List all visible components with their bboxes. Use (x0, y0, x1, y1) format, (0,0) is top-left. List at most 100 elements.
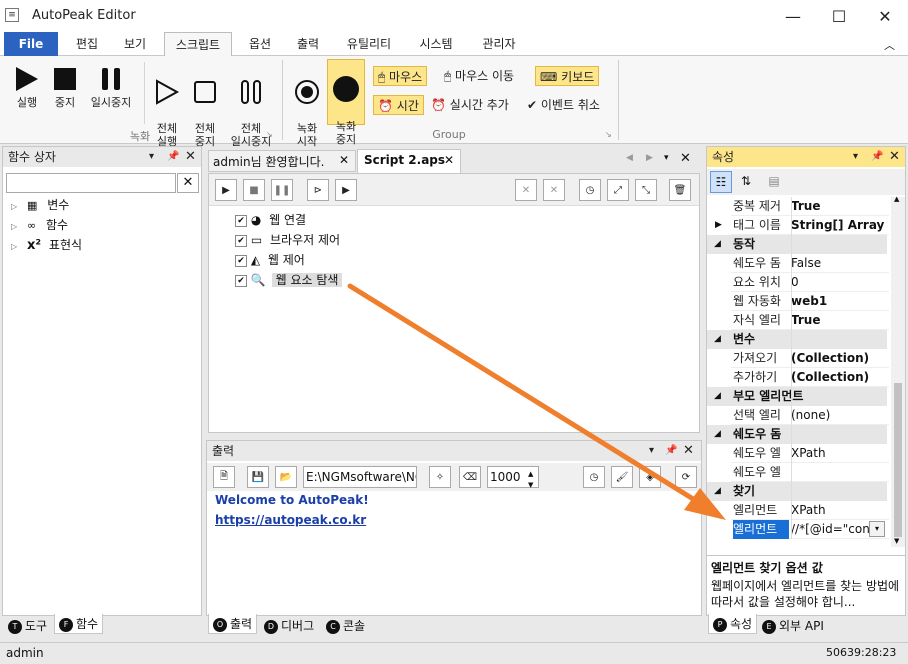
fill-button[interactable]: ◈ (639, 466, 661, 488)
doc-tab-close-icon[interactable]: ✕ (444, 153, 454, 167)
script-item-web-connect[interactable]: ✔ ◕ 웹 연결 (235, 210, 306, 230)
tab-utility[interactable]: 유틸리티 (336, 32, 402, 56)
collapse-arrow-icon[interactable]: ◢ (714, 235, 721, 254)
scroll-down-icon[interactable]: ▼ (894, 537, 899, 545)
expand-arrow-icon[interactable]: ▷ (11, 202, 17, 211)
record-stop-button[interactable]: 녹화 중지 (327, 59, 365, 146)
script-stop-button[interactable]: ■ (243, 179, 265, 201)
property-row[interactable]: 중복 제거 True (707, 197, 887, 216)
clean-button[interactable]: ✧ (429, 466, 451, 488)
checkbox[interactable]: ✔ (235, 274, 247, 287)
tab-tools[interactable]: T 도구 (4, 616, 51, 636)
scrollbar-thumb[interactable] (894, 383, 902, 537)
scroll-up-icon[interactable]: ▲ (894, 195, 899, 203)
property-value[interactable]: (none) (791, 406, 830, 425)
delete-button[interactable]: ✕ (515, 179, 537, 201)
panel-close-icon[interactable]: ✕ (683, 441, 694, 461)
step-into-button[interactable]: ⊳ (307, 179, 329, 201)
trash-button[interactable]: 🗑 (669, 179, 691, 201)
property-pages-button[interactable]: ▤ (763, 171, 785, 193)
tab-admin[interactable]: 관리자 (470, 32, 528, 56)
tab-view[interactable]: 보기 (114, 32, 156, 56)
property-scrollbar[interactable]: ▲ ▼ (891, 195, 905, 547)
open-folder-button[interactable]: 📂 (275, 466, 297, 488)
expand-arrow-icon[interactable]: ▶ (715, 216, 722, 235)
function-search-input[interactable] (6, 173, 176, 193)
tab-external-api[interactable]: E 외부 API (758, 616, 828, 636)
tab-script[interactable]: 스크립트 (164, 32, 232, 57)
dialog-launcher-icon[interactable]: ↘ (266, 130, 273, 139)
time-button[interactable]: ⏰ 시간 (373, 95, 424, 115)
scroll-left-icon[interactable]: ◀ (626, 153, 633, 163)
tab-output[interactable]: O 출력 (208, 614, 258, 634)
property-category[interactable]: ◢ 쉐도우 돔 (707, 425, 887, 444)
tab-functions[interactable]: F 함수 (54, 614, 104, 634)
expand-arrow-icon[interactable]: ▷ (11, 222, 17, 231)
minimize-button[interactable]: — (770, 0, 816, 32)
panel-menu-icon[interactable]: ▾ (149, 147, 154, 167)
tab-output[interactable]: 출력 (286, 32, 330, 56)
property-row[interactable]: 쉐도우 돔 False (707, 254, 887, 273)
property-value[interactable]: True (791, 311, 820, 330)
clear-search-button[interactable]: ✕ (177, 173, 199, 193)
property-row[interactable]: 엘리먼트 XPath (707, 501, 887, 520)
event-cancel-button[interactable]: ✔ 이벤트 취소 (527, 95, 600, 115)
tree-item-function[interactable]: ▷ ∞ 함수 (11, 215, 68, 235)
property-value[interactable]: False (791, 254, 821, 273)
mouse-button[interactable]: 🖱 마우스 (373, 66, 428, 86)
collapse-arrow-icon[interactable]: ◢ (714, 425, 721, 444)
dialog-launcher-icon[interactable]: ↘ (605, 130, 612, 139)
dropdown-icon[interactable]: ▾ (869, 521, 885, 537)
tab-console[interactable]: C 콘솔 (322, 616, 369, 636)
expand-arrow-icon[interactable]: ▷ (11, 242, 17, 251)
tab-system[interactable]: 시스템 (408, 32, 464, 56)
property-row[interactable]: 자식 엘리 True (707, 311, 887, 330)
property-row[interactable]: ▶ 태그 이름 String[] Array (707, 216, 887, 235)
property-row[interactable]: 쉐도우 엘 (707, 463, 887, 482)
mouse-move-button[interactable]: 🖱 마우스 이동 (444, 66, 514, 86)
property-row[interactable]: 웹 자동화 web1 (707, 292, 887, 311)
panel-menu-icon[interactable]: ▾ (853, 147, 858, 167)
property-value[interactable]: (Collection) (791, 368, 869, 387)
property-value[interactable]: web1 (791, 292, 827, 311)
collapse-all-button[interactable]: ⤡ (635, 179, 657, 201)
alphabetical-button[interactable]: ⇅ (735, 171, 757, 193)
doc-tab-welcome[interactable]: admin님 환영합니다. ✕ (208, 150, 356, 172)
history-button[interactable]: ◷ (579, 179, 601, 201)
tree-item-expression[interactable]: ▷ x² 표현식 (11, 235, 82, 255)
save-button[interactable]: 💾 (247, 466, 269, 488)
brush-button[interactable]: 🖌 (611, 466, 633, 488)
delete-all-button[interactable]: ✕ (543, 179, 565, 201)
tree-item-variable[interactable]: ▷ ▦ 변수 (11, 195, 69, 215)
panel-close-icon[interactable]: ✕ (889, 147, 900, 167)
maximize-button[interactable]: ☐ (816, 0, 862, 32)
property-value[interactable]: (Collection) (791, 349, 869, 368)
stop-button[interactable]: 중지 (46, 62, 84, 109)
app-menu-icon[interactable]: ≡ (5, 8, 19, 22)
property-row[interactable]: 추가하기 (Collection) (707, 368, 887, 387)
refresh-button[interactable]: ⟳ (675, 466, 697, 488)
property-row[interactable]: 엘리먼트//*[@id="con ▾ (707, 520, 887, 539)
doc-menu-icon[interactable]: ▾ (664, 153, 669, 163)
property-category[interactable]: ◢ 동작 (707, 235, 887, 254)
doc-close-icon[interactable]: ✕ (680, 151, 691, 166)
script-item-web-element-search[interactable]: ✔ 🔍 웹 요소 탐색 (235, 270, 343, 290)
expand-all-button[interactable]: ⤢ (607, 179, 629, 201)
script-item-browser-control[interactable]: ✔ ▭ 브라우저 제어 (235, 230, 340, 250)
tab-file[interactable]: File (4, 32, 58, 56)
script-item-web-control[interactable]: ✔ ◭ 웹 제어 (235, 250, 305, 270)
close-button[interactable]: ✕ (862, 0, 908, 32)
categorized-button[interactable]: ☷ (710, 171, 732, 193)
spin-down-icon[interactable]: ▼ (528, 475, 533, 495)
collapse-arrow-icon[interactable]: ◢ (714, 387, 721, 406)
checkbox[interactable]: ✔ (235, 254, 247, 267)
panel-close-icon[interactable]: ✕ (185, 147, 196, 167)
pause-button[interactable]: 일시중지 (86, 62, 136, 109)
property-value[interactable]: True (791, 197, 820, 216)
property-category[interactable]: ◢ 부모 엘리먼트 (707, 387, 887, 406)
realtime-add-button[interactable]: ⏰ 실시간 추가 (431, 95, 509, 115)
property-category[interactable]: ◢ 변수 (707, 330, 887, 349)
tab-edit[interactable]: 편집 (66, 32, 108, 56)
collapse-arrow-icon[interactable]: ◢ (714, 330, 721, 349)
panel-menu-icon[interactable]: ▾ (649, 441, 654, 461)
